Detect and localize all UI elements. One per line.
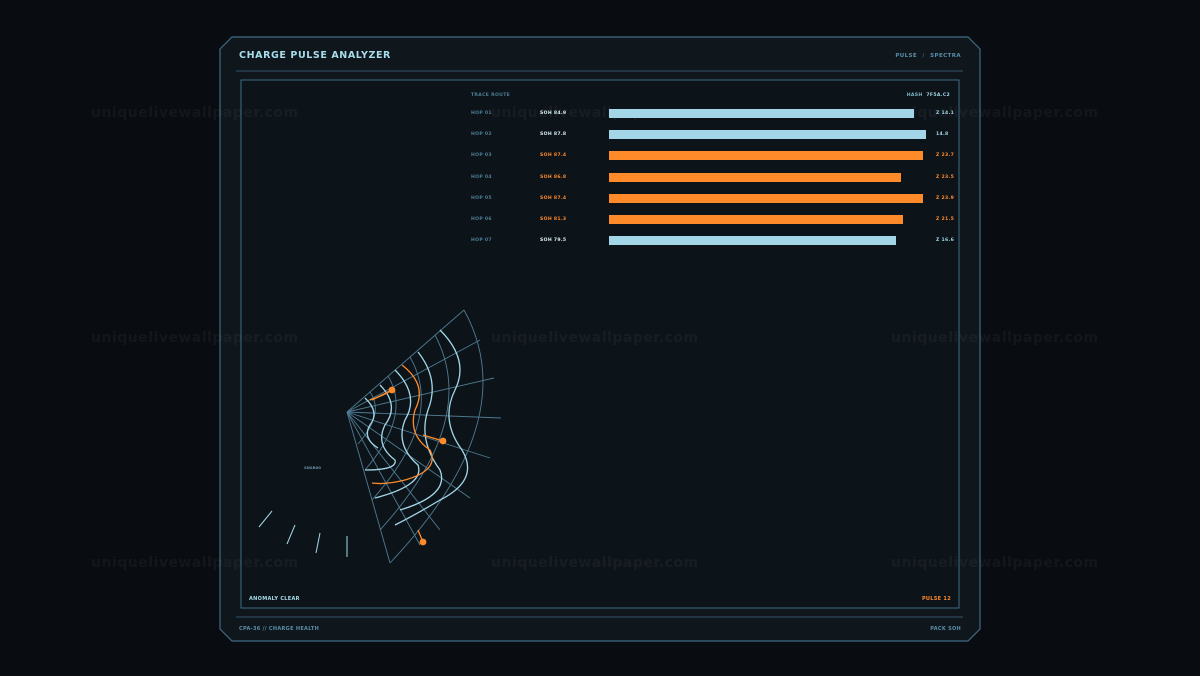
nav-spectra[interactable]: SPECTRA: [930, 53, 961, 59]
hop-id: HOP 05: [471, 195, 492, 201]
hop-z: Z 14.1: [936, 111, 955, 116]
hop-id: HOP 03: [471, 153, 492, 159]
hop-id: HOP 04: [471, 174, 492, 180]
hop-z: Z 23.9: [936, 195, 955, 201]
hop-bar: [609, 109, 915, 118]
hop-id: HOP 07: [471, 238, 492, 244]
hop-bar: [609, 151, 923, 161]
header-nav: PULSE / SPECTRA: [895, 53, 961, 59]
page-title: CHARGE PULSE ANALYZER: [239, 50, 391, 61]
footer-module-label: CPA-36 // CHARGE HEALTH: [239, 626, 320, 632]
hop-soh: SOH 87.4: [540, 195, 567, 201]
anomaly-status: ANOMALY CLEAR: [249, 596, 300, 602]
hop-soh: SOH 84.9: [540, 111, 567, 116]
watermark: uniquelivewallpaper.com: [891, 105, 1099, 121]
hop-soh: SOH 79.5: [540, 238, 567, 244]
sensor-label: SNSR00: [304, 465, 321, 470]
footer-pack-label: PACK SOH: [930, 626, 961, 632]
hop-z: Z 23.7: [936, 153, 955, 159]
nav-separator: /: [922, 53, 925, 59]
hop-z: Z 23.5: [936, 174, 955, 180]
hop-bar: [609, 172, 902, 182]
hop-bar: [609, 215, 903, 224]
watermark: uniquelivewallpaper.com: [91, 330, 299, 346]
watermark: uniquelivewallpaper.com: [491, 330, 699, 346]
marker-2: [439, 437, 447, 445]
hash-label: HASH: [906, 93, 923, 98]
hop-id: HOP 06: [471, 217, 492, 222]
watermark: uniquelivewallpaper.com: [491, 555, 699, 571]
hop-soh: SOH 87.4: [540, 153, 567, 159]
hash-value: 7F5A.C2: [926, 93, 950, 98]
hop-soh: SOH 86.8: [540, 174, 567, 180]
hop-bar: [609, 193, 923, 203]
watermark: uniquelivewallpaper.com: [91, 555, 299, 571]
pulse-count: PULSE 12: [921, 596, 951, 602]
hop-z: 14.8: [936, 132, 949, 138]
watermark: uniquelivewallpaper.com: [891, 555, 1099, 571]
watermark: uniquelivewallpaper.com: [91, 105, 299, 121]
hop-soh: SOH 87.8: [540, 132, 567, 138]
hop-bar: [609, 236, 897, 246]
nav-pulse[interactable]: PULSE: [895, 53, 917, 59]
hop-id: HOP 01: [471, 111, 492, 116]
hop-bar: [609, 130, 927, 140]
marker-1: [388, 386, 396, 394]
hop-z: Z 16.6: [936, 238, 955, 244]
trace-route-label: TRACE ROUTE: [471, 93, 511, 98]
marker-3: [419, 538, 427, 546]
watermark: uniquelivewallpaper.com: [891, 330, 1099, 346]
hash-readout: HASH 7F5A.C2: [907, 93, 950, 98]
hop-id: HOP 02: [471, 132, 492, 138]
hop-soh: SOH 81.3: [540, 217, 567, 222]
hop-z: Z 21.5: [936, 217, 955, 222]
